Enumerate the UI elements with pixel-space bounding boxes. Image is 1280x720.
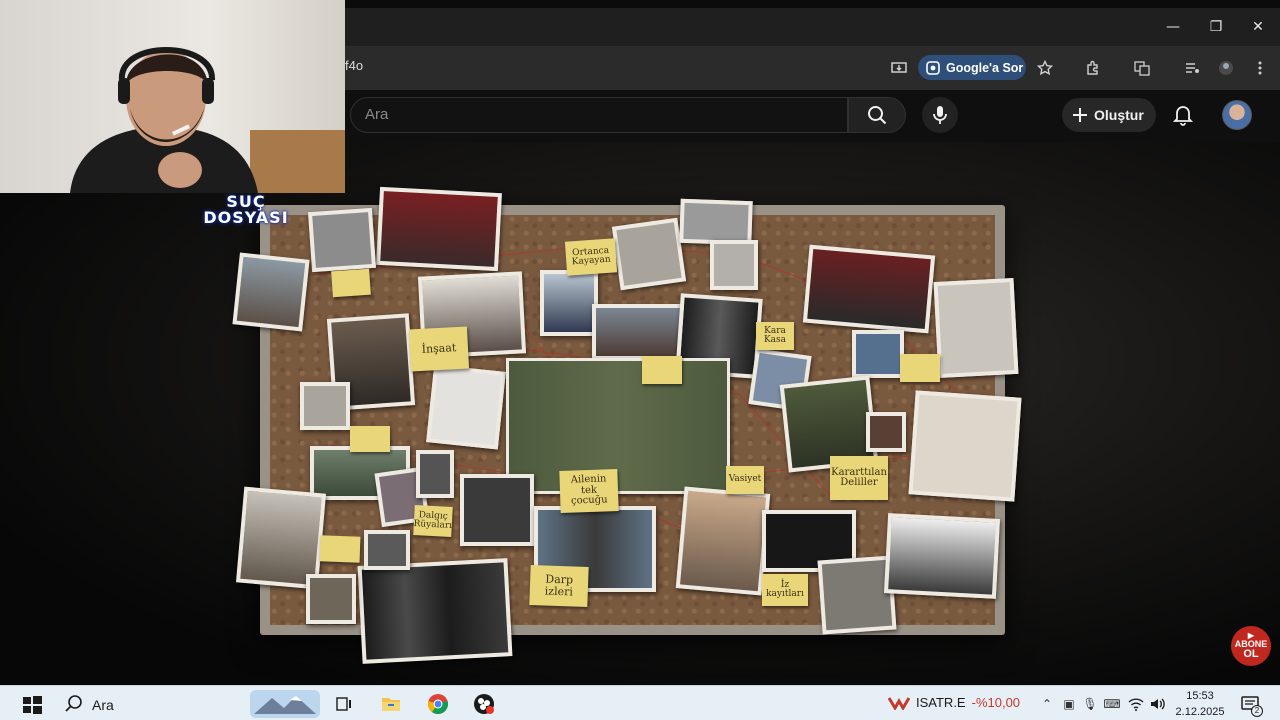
- clock-time: 15:53: [1186, 690, 1214, 702]
- media-control-icon[interactable]: [1179, 55, 1205, 81]
- photo: [232, 252, 310, 332]
- microphone-tray-icon[interactable]: 🎙: [1081, 694, 1099, 714]
- profile-extension-icon[interactable]: [1213, 55, 1239, 81]
- screen: — ❐ ✕ f4o Google'a Sor Ara Oluştur Ortan…: [0, 0, 1280, 720]
- obs-app-icon[interactable]: [470, 690, 498, 718]
- create-label: Oluştur: [1094, 107, 1144, 123]
- microphone-icon: [933, 106, 947, 124]
- streamer-figure: [70, 47, 345, 193]
- subscribe-badge[interactable]: ▶ ABONE OL: [1231, 626, 1271, 666]
- photo: [611, 217, 687, 291]
- browser-titlebar: [345, 8, 1280, 46]
- sticky-note: Dalgıç Rüyaları: [413, 505, 453, 537]
- search-icon: [868, 106, 887, 125]
- photo: [852, 330, 904, 378]
- photo: [460, 474, 534, 546]
- chrome-icon[interactable]: [424, 690, 452, 718]
- volume-icon[interactable]: [1149, 694, 1167, 714]
- notifications-button[interactable]: [1168, 100, 1198, 130]
- sticky-note: İz kayıtları: [762, 574, 808, 606]
- minimize-icon[interactable]: —: [1153, 8, 1193, 46]
- create-button[interactable]: Oluştur: [1062, 98, 1156, 132]
- photo: [300, 382, 350, 430]
- wifi-icon[interactable]: [1127, 694, 1145, 714]
- youtube-search-input[interactable]: Ara: [350, 97, 848, 133]
- photo: [710, 240, 758, 290]
- sticky-note: Darp izleri: [529, 565, 589, 607]
- photo: [592, 304, 684, 360]
- photo: [307, 207, 377, 273]
- close-icon[interactable]: ✕: [1238, 8, 1278, 46]
- ask-google-chip[interactable]: Google'a Sor: [918, 55, 1026, 80]
- file-explorer-icon[interactable]: [377, 690, 405, 718]
- usb-device-icon[interactable]: ▣: [1060, 694, 1078, 714]
- photo: [679, 198, 753, 246]
- photo: [357, 558, 513, 664]
- install-app-icon[interactable]: [886, 55, 912, 81]
- sticky-note: Kararttılan Deliller: [830, 456, 888, 500]
- ticker-name: ISATR.E: [916, 695, 966, 710]
- notification-count-badge: 2: [1251, 705, 1263, 717]
- bell-icon: [1173, 106, 1193, 126]
- sticky-note: [350, 426, 390, 452]
- photo: [933, 277, 1019, 379]
- sticky-note: Vasiyet: [726, 466, 764, 494]
- plus-icon: [1073, 108, 1087, 122]
- photo: [866, 412, 906, 452]
- keyboard-language-icon[interactable]: ⌨: [1103, 694, 1121, 714]
- photo: [540, 270, 598, 336]
- photo: [426, 364, 506, 450]
- photo: [908, 390, 1022, 502]
- stock-logo-icon: [888, 696, 910, 710]
- photo: [306, 574, 356, 624]
- lens-icon: [926, 60, 940, 75]
- voice-search-button[interactable]: [922, 97, 958, 133]
- sticky-note: Kara Kasa: [756, 322, 794, 350]
- bookmark-star-icon[interactable]: [1032, 55, 1058, 81]
- photo: [376, 186, 502, 272]
- subscribe-line2: OL: [1243, 648, 1259, 660]
- url-text[interactable]: f4o: [345, 58, 363, 73]
- menu-kebab-icon[interactable]: [1247, 55, 1273, 81]
- extensions-icon[interactable]: [1080, 55, 1106, 81]
- sticky-note: Ailenin tek çocuğu: [559, 469, 619, 513]
- show-logo: SUÇ DOSYASI: [196, 194, 296, 234]
- photo: [883, 513, 1001, 599]
- restore-icon[interactable]: ❐: [1196, 8, 1236, 46]
- sticky-note: [900, 354, 940, 382]
- ticker-change: -%10,00: [971, 695, 1021, 710]
- photo: [675, 486, 771, 596]
- show-logo-line2: DOSYASI: [203, 208, 289, 227]
- weather-widget-icon[interactable]: [250, 690, 320, 718]
- search-button[interactable]: [848, 97, 906, 133]
- photo: [802, 244, 936, 334]
- task-view-icon[interactable]: [330, 690, 358, 718]
- translate-icon[interactable]: [1129, 55, 1155, 81]
- sticky-note: Ortanca Kayayan: [564, 238, 618, 276]
- clock-date: 2.12.2025: [1175, 706, 1225, 718]
- photo: [416, 450, 454, 498]
- stock-ticker[interactable]: ISATR.E -%10,00: [888, 695, 1020, 710]
- photo: [364, 530, 410, 570]
- taskbar-search-icon[interactable]: [64, 694, 84, 714]
- sticky-note: [331, 268, 371, 298]
- photo: [506, 358, 730, 494]
- webcam-overlay: [0, 0, 345, 193]
- account-avatar[interactable]: [1222, 100, 1252, 130]
- windows-start-icon[interactable]: [20, 693, 44, 717]
- sticky-note: [642, 356, 682, 384]
- sticky-note: [319, 535, 361, 563]
- show-hidden-icons-chevron-icon[interactable]: ⌃: [1038, 694, 1056, 714]
- ask-google-label: Google'a Sor: [946, 60, 1024, 75]
- taskbar-search-input[interactable]: Ara: [92, 697, 114, 713]
- sticky-note: İnşaat: [408, 326, 470, 372]
- system-clock[interactable]: 15:53 2.12.2025: [1172, 688, 1228, 720]
